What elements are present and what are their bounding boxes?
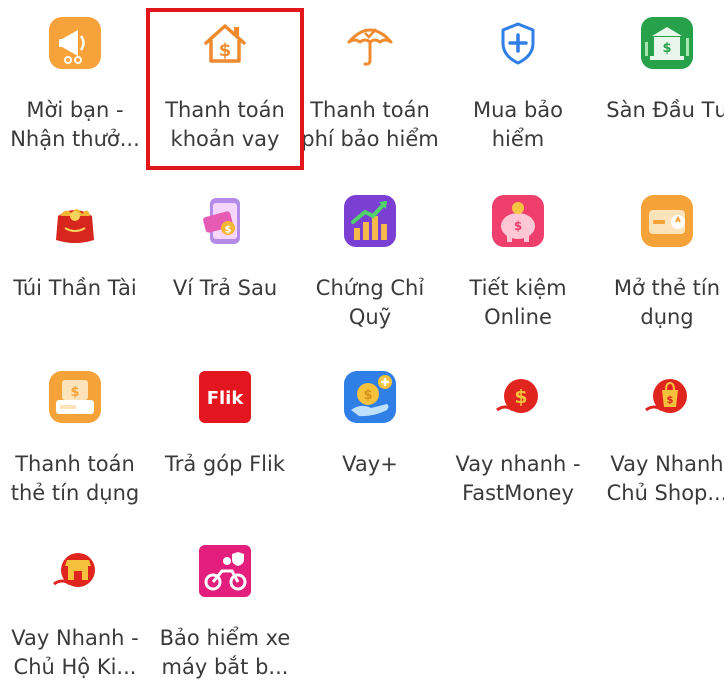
service-tile[interactable]: Thanh toán phí bảo hiểm: [295, 0, 445, 170]
storefront-icon: [48, 544, 102, 598]
service-label-line2: Online: [484, 305, 552, 329]
lucky-bag-icon: [48, 194, 102, 248]
service-tile[interactable]: Mời bạn - Nhận thưở...: [0, 0, 150, 170]
service-label-line2: phí bảo hiểm: [301, 127, 439, 151]
shield-plus-icon: [491, 16, 545, 70]
service-label-line1: Vay Nhanh: [610, 452, 724, 476]
service-label-line1: Mời bạn -: [26, 98, 124, 122]
flik-logo-text: Flik: [207, 388, 245, 409]
service-tile[interactable]: $ Sàn Đầu Tư: [592, 0, 724, 170]
svg-text:$: $: [667, 395, 674, 406]
service-tile[interactable]: $ Vay+: [295, 354, 445, 524]
service-label-line1: Chứng Chỉ: [315, 276, 425, 300]
service-label-line1: Ví Trả Sau: [172, 276, 278, 300]
highlight-box: [146, 8, 304, 170]
service-label-line2: hiểm: [491, 127, 545, 151]
service-label-line1: Trả góp Flik: [164, 452, 285, 476]
service-label-line2: Quỹ: [348, 305, 392, 329]
service-tile[interactable]: $ Vay nhanh - FastMoney: [443, 354, 593, 524]
service-tile[interactable]: $ Thanh toán thẻ tín dụng: [0, 354, 150, 524]
service-label-line1: Vay Nhanh -: [11, 626, 139, 650]
credit-card-icon: [640, 194, 694, 248]
shopping-bag-icon: $: [640, 370, 694, 424]
service-tile[interactable]: Flik Trả góp Flik: [150, 354, 300, 524]
service-label-line1: Mở thẻ tín: [613, 276, 721, 300]
service-label-line1: Tiết kiệm: [469, 276, 567, 300]
service-label-line1: Bảo hiểm xe: [159, 626, 291, 650]
flik-logo-icon: Flik: [198, 370, 252, 424]
svg-text:$: $: [70, 385, 79, 400]
svg-text:$: $: [225, 225, 232, 236]
piggy-bank-icon: $: [491, 194, 545, 248]
service-label-line1: Sàn Đầu Tư: [606, 98, 724, 122]
growth-chart-icon: [343, 194, 397, 248]
fast-dollar-icon: $: [491, 370, 545, 424]
motorbike-icon: [198, 544, 252, 598]
service-tile[interactable]: $ Ví Trả Sau: [150, 178, 300, 348]
umbrella-icon: [343, 16, 397, 70]
service-label-line1: Thanh toán: [310, 98, 430, 122]
svg-text:$: $: [363, 388, 372, 403]
service-label-line2: Chủ Hộ Ki...: [13, 655, 137, 679]
bank-building-icon: $: [640, 16, 694, 70]
service-tile[interactable]: Túi Thần Tài: [0, 178, 150, 348]
service-label-line1: Mua bảo: [472, 98, 564, 122]
service-tile[interactable]: Mua bảo hiểm: [443, 0, 593, 170]
megaphone-icon: [48, 16, 102, 70]
service-label-line2: thẻ tín dụng: [10, 481, 140, 505]
service-label-line1: Vay+: [342, 452, 398, 476]
svg-text:$: $: [662, 41, 671, 56]
service-tile[interactable]: $ Vay Nhanh Chủ Shop...: [592, 354, 724, 524]
service-tile[interactable]: Chứng Chỉ Quỹ: [295, 178, 445, 348]
service-label-line2: máy bắt b...: [161, 655, 289, 679]
card-payment-icon: $: [48, 370, 102, 424]
service-label-line2: Chủ Shop...: [606, 481, 724, 505]
service-label-line2: FastMoney: [462, 481, 574, 505]
svg-text:$: $: [514, 386, 527, 408]
coin-hand-icon: $: [343, 370, 397, 424]
service-tile[interactable]: Vay Nhanh - Chủ Hộ Ki...: [0, 528, 150, 698]
service-label-line1: Túi Thần Tài: [13, 276, 137, 300]
service-tile[interactable]: $ Tiết kiệm Online: [443, 178, 593, 348]
service-label-line2: Nhận thưở...: [10, 127, 140, 151]
service-tile[interactable]: Bảo hiểm xe máy bắt b...: [150, 528, 300, 698]
service-tile[interactable]: Mở thẻ tín dụng: [592, 178, 724, 348]
service-label-line2: dụng: [640, 305, 694, 329]
service-label-line1: Thanh toán: [15, 452, 135, 476]
phone-wallet-icon: $: [198, 194, 252, 248]
svg-text:$: $: [514, 219, 522, 233]
service-label-line1: Vay nhanh -: [455, 452, 581, 476]
